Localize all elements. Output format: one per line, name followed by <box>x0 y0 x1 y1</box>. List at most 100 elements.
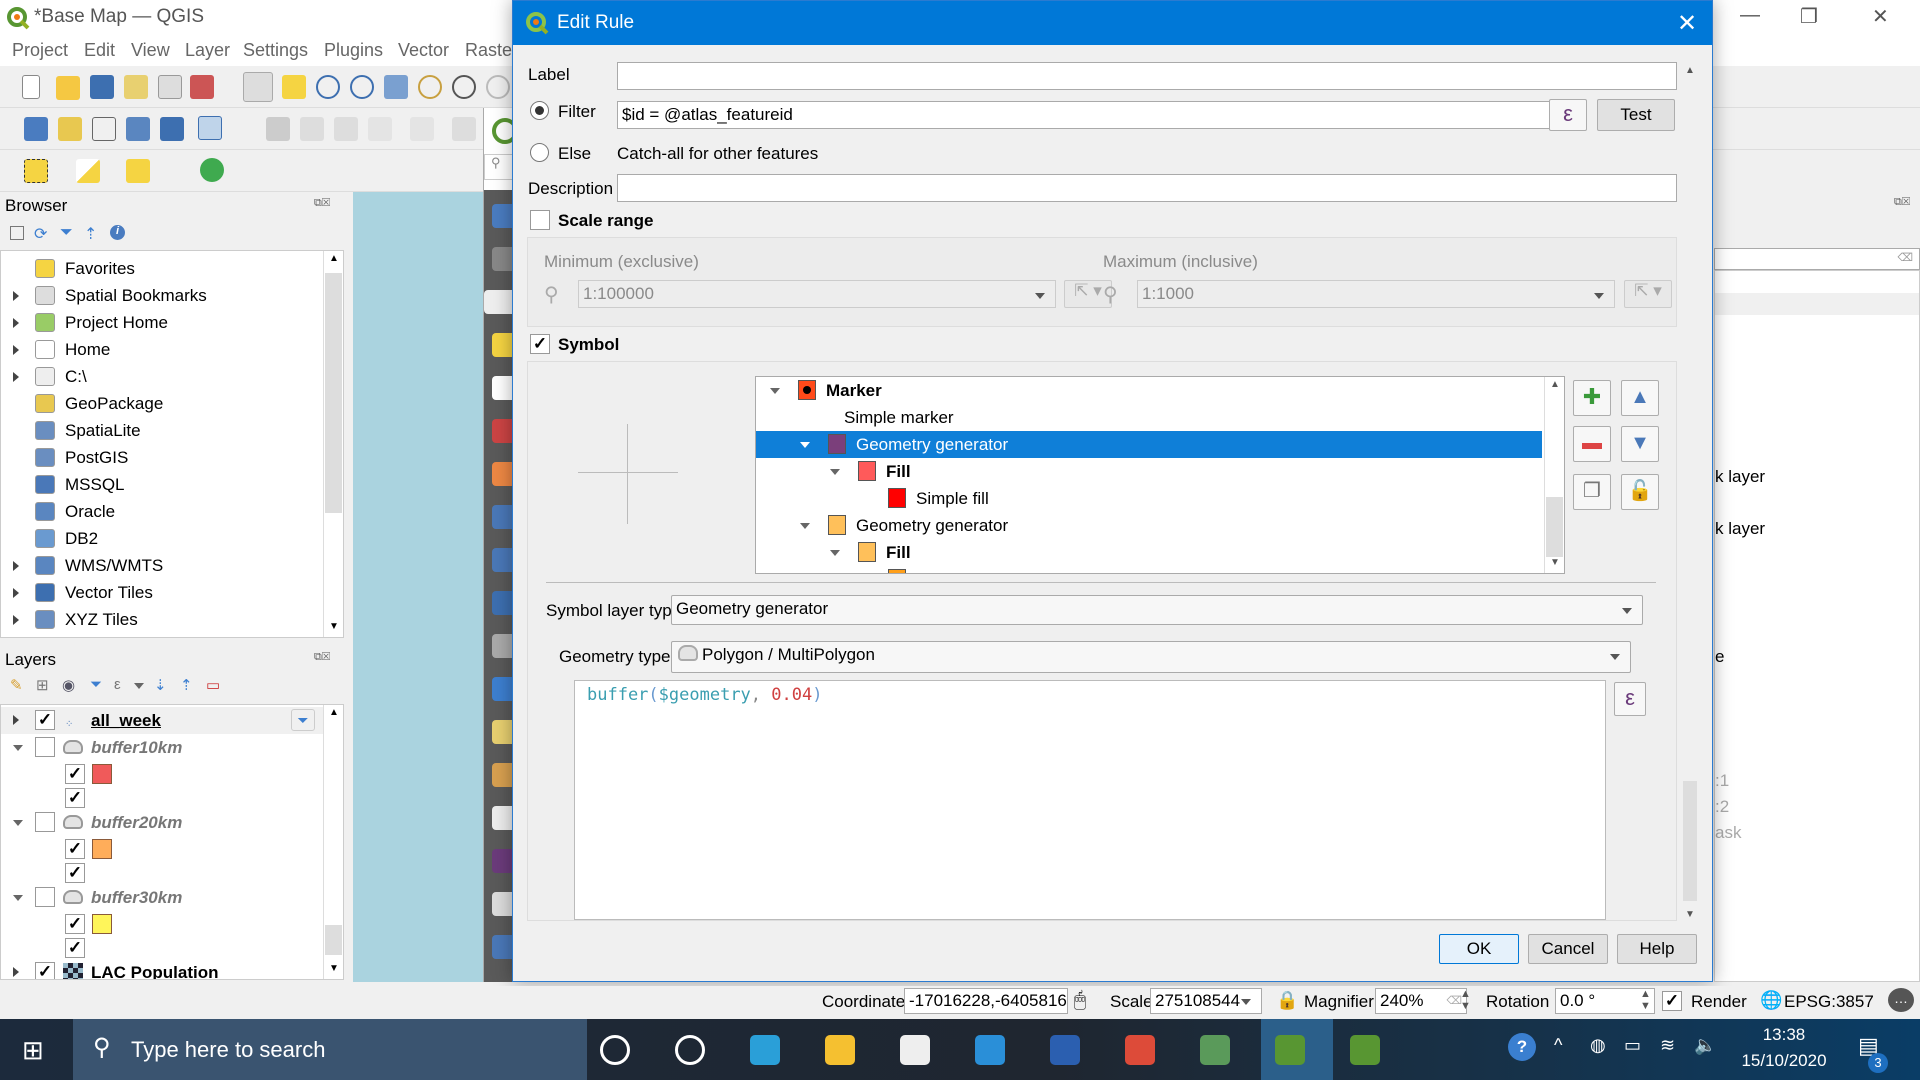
legend-checkbox[interactable]: ✓ <box>65 764 85 784</box>
right-list-item[interactable]: e <box>1715 647 1724 667</box>
add-symbol-layer-button[interactable]: ✚ <box>1573 380 1611 416</box>
scroll-down-icon[interactable]: ▼ <box>329 963 339 974</box>
zoom-native-icon[interactable] <box>486 75 510 99</box>
layer-visibility-checkbox[interactable]: ✓ <box>35 710 55 730</box>
symbol-layer-item[interactable]: Simple marker <box>756 404 1542 431</box>
cortana-icon[interactable] <box>600 1035 630 1065</box>
help-button[interactable]: Help <box>1617 934 1697 964</box>
symbol-layer-item[interactable]: Fill <box>756 539 1542 566</box>
panel-float-close-icons[interactable]: ⧉☒ <box>314 197 330 210</box>
expand-arrow-icon[interactable] <box>13 561 19 571</box>
layer-item[interactable]: buffer10km <box>1 734 323 761</box>
layout-manager-icon[interactable] <box>158 75 182 99</box>
data-source-manager-icon[interactable] <box>24 117 48 141</box>
taskbar-search[interactable]: ⚲ Type here to search <box>73 1019 587 1080</box>
expression-builder-button[interactable]: ε <box>1614 682 1646 716</box>
zoom-out-icon[interactable] <box>350 75 374 99</box>
plugin-icon[interactable] <box>200 158 224 182</box>
layers-scrollbar[interactable]: ▲ ▼ <box>323 705 343 979</box>
new-spatialite-layer-icon[interactable] <box>126 117 150 141</box>
dialog-scrollbar[interactable]: ▲ ▼ <box>1681 61 1701 920</box>
save-project-icon[interactable] <box>90 75 114 99</box>
mail-icon[interactable] <box>975 1035 1005 1065</box>
clear-icon[interactable]: ⌫ <box>1897 251 1913 264</box>
zoom-selection-icon[interactable] <box>418 75 442 99</box>
right-list-item[interactable]: k layer <box>1715 467 1765 487</box>
panel-float-close-icons[interactable]: ⧉☒ <box>1894 196 1910 209</box>
right-list-item[interactable]: ask <box>1715 823 1741 843</box>
info-icon[interactable]: i <box>110 225 125 240</box>
legend-checkbox[interactable]: ✓ <box>65 788 85 808</box>
lock-icon[interactable]: 🔒 <box>1276 990 1298 1011</box>
windows-start-icon[interactable]: ⊞ <box>22 1035 44 1066</box>
symbol-layer-item[interactable]: Fill <box>756 458 1542 485</box>
network-icon[interactable]: ◍ <box>1590 1035 1606 1056</box>
volume-icon[interactable]: 🔈 <box>1694 1035 1716 1056</box>
legend-checkbox[interactable]: ✓ <box>65 839 85 859</box>
pan-to-selection-icon[interactable] <box>282 75 306 99</box>
symbol-checkbox[interactable]: ✓ <box>530 334 550 354</box>
duplicate-layer-button[interactable]: ❐ <box>1573 474 1611 510</box>
close-button[interactable]: ✕ <box>1872 4 1889 29</box>
symbol-layer-item[interactable]: Simple fill <box>756 485 1542 512</box>
remove-symbol-layer-button[interactable]: ▬ <box>1573 426 1611 462</box>
symbol-layer-item[interactable]: Geometry generator <box>756 431 1542 458</box>
expand-arrow-icon[interactable] <box>13 967 19 977</box>
layer-item[interactable]: buffer20km <box>1 809 323 836</box>
menu-vector[interactable]: Vector <box>398 40 449 61</box>
expand-arrow-icon[interactable] <box>13 715 19 725</box>
new-print-layout-icon[interactable] <box>124 75 148 99</box>
collapse-arrow-icon[interactable] <box>800 442 810 448</box>
zoom-layer-icon[interactable] <box>452 75 476 99</box>
chevron-down-icon[interactable] <box>134 683 144 689</box>
help-icon[interactable]: ? <box>1508 1033 1536 1061</box>
collapse-arrow-icon[interactable] <box>13 745 23 751</box>
legend-checkbox[interactable]: ✓ <box>65 938 85 958</box>
mouse-toggle-icon[interactable]: 🖱 <box>1074 989 1086 1012</box>
menu-project[interactable]: Project <box>12 40 68 61</box>
scroll-down-icon[interactable]: ▼ <box>329 621 339 632</box>
coordinate-input[interactable]: -17016228,-6405816 <box>904 988 1068 1014</box>
max-scale-combo[interactable]: 1:1000 <box>1137 280 1615 308</box>
geometry-type-combo[interactable]: Polygon / MultiPolygon <box>671 641 1631 673</box>
minimize-button[interactable]: — <box>1740 4 1760 27</box>
layer-item[interactable]: ✓ LAC Population <box>1 959 323 979</box>
right-search-input[interactable]: ⌫ <box>1714 248 1920 270</box>
collapse-all-icon[interactable]: ⇡ <box>84 224 97 244</box>
layer-visibility-checkbox[interactable] <box>35 812 55 832</box>
right-list-item[interactable]: :2 <box>1715 797 1729 817</box>
deselect-icon[interactable] <box>126 159 150 183</box>
magnifier-input[interactable]: 240% ⌫ <box>1375 988 1467 1014</box>
symbol-layer-item[interactable]: Marker <box>756 377 1542 404</box>
expression-builder-button[interactable]: ε <box>1549 99 1587 131</box>
app-icon[interactable] <box>1200 1035 1230 1065</box>
symbol-layer-item[interactable]: Simple fill <box>756 566 1542 573</box>
filter-legend-icon[interactable]: ⏷ <box>90 676 102 693</box>
description-input[interactable] <box>617 174 1677 202</box>
wifi-icon[interactable]: ≋ <box>1660 1035 1675 1056</box>
expand-arrow-icon[interactable] <box>13 615 19 625</box>
new-geopackage-layer-icon[interactable] <box>58 117 82 141</box>
render-checkbox[interactable]: ✓ <box>1662 991 1682 1011</box>
collapse-arrow-icon[interactable] <box>13 895 23 901</box>
scale-range-checkbox[interactable] <box>530 210 550 230</box>
symbol-layer-type-combo[interactable]: Geometry generator <box>671 595 1643 625</box>
scroll-up-icon[interactable]: ▲ <box>329 253 339 264</box>
else-radio[interactable] <box>530 143 549 162</box>
layer-visibility-checkbox[interactable] <box>35 887 55 907</box>
current-scale-button[interactable]: ⇱ ▾ <box>1624 280 1672 308</box>
ok-button[interactable]: OK <box>1439 934 1519 964</box>
scroll-up-icon[interactable]: ▲ <box>329 707 339 718</box>
chrome-icon[interactable] <box>1125 1035 1155 1065</box>
store-icon[interactable] <box>900 1035 930 1065</box>
dialog-close-button[interactable]: ✕ <box>1677 9 1697 38</box>
layer-visibility-checkbox[interactable]: ✓ <box>35 962 55 979</box>
manage-themes-icon[interactable]: ◉ <box>62 676 75 694</box>
filter-icon[interactable]: ⏷ <box>291 709 315 731</box>
spin-icon[interactable]: ▲ ▼ <box>1640 988 1651 1012</box>
expand-all-icon[interactable]: ⇣ <box>154 676 167 694</box>
add-selected-icon[interactable] <box>10 226 24 240</box>
filter-expression-icon[interactable]: ε <box>114 676 121 693</box>
legend-checkbox[interactable]: ✓ <box>65 914 85 934</box>
move-down-button[interactable]: ▼ <box>1621 426 1659 462</box>
